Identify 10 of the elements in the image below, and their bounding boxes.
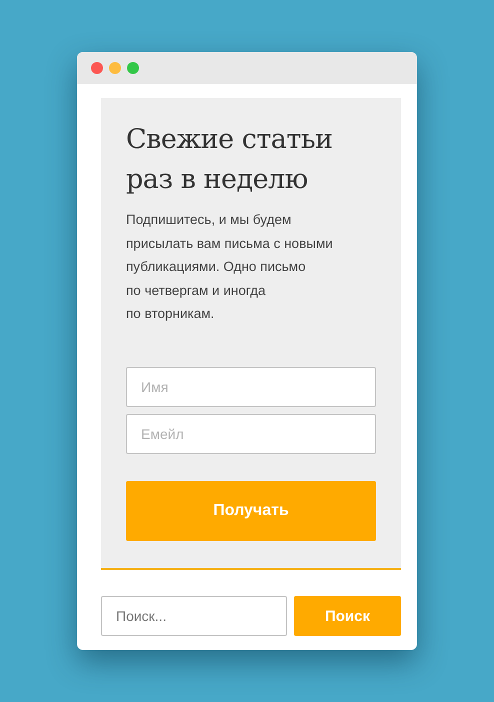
input-field[interactable]: Емейл: [126, 414, 376, 454]
search-button[interactable]: Поиск: [294, 596, 401, 636]
window-control-button[interactable]: [109, 62, 121, 74]
input-field[interactable]: Имя: [126, 366, 376, 406]
newsletter-description: Подпишитесь, и мы будем присылать вам письма с новыми публикациями. Одно письмо по четвергам и иногда по вторникам.: [126, 211, 334, 323]
window-control-button[interactable]: [91, 62, 103, 74]
search-field[interactable]: Поиск...: [101, 596, 287, 636]
newsletter-title: Свежие статьи раз в неделю: [126, 123, 334, 197]
subscribe-button[interactable]: Получать: [126, 480, 376, 540]
window-control-button[interactable]: [127, 62, 139, 74]
